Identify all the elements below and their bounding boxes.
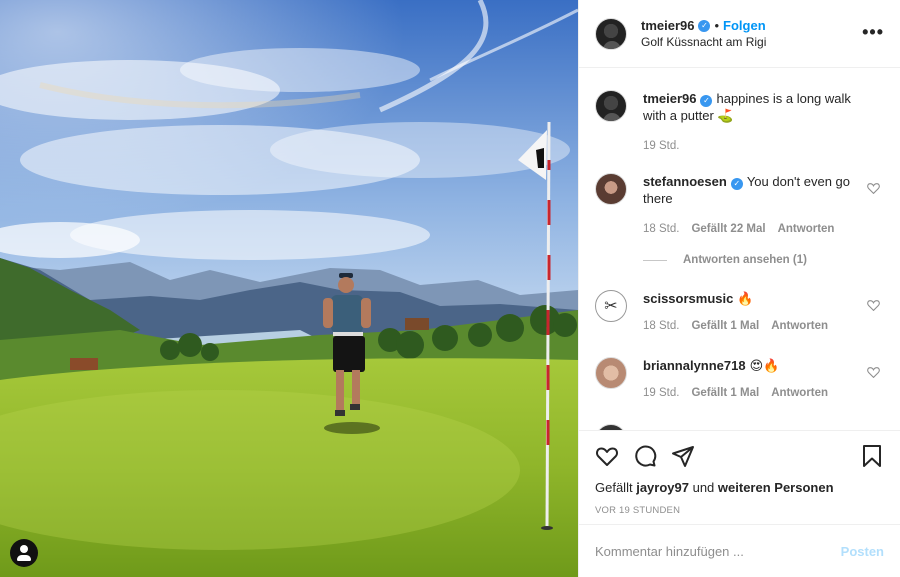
caption-username[interactable]: tmeier96 <box>643 91 696 106</box>
comment-text: 😍🔥 <box>749 358 780 373</box>
liker-username[interactable]: jayroy97 <box>636 480 689 495</box>
comment-input[interactable] <box>595 543 815 559</box>
commenter-avatar[interactable]: ✂ <box>595 290 627 322</box>
comment-item: ✂ scissorsmusic 🔥 18 Std. Gefällt 1 Mal A… <box>595 290 884 332</box>
author-avatar[interactable] <box>595 17 627 50</box>
caption-time[interactable]: 19 Std. <box>643 140 679 152</box>
verified-badge-icon: ✓ <box>700 95 713 107</box>
save-bookmark-icon[interactable] <box>860 444 884 468</box>
like-comment-icon[interactable] <box>867 182 880 194</box>
caption-item: tmeier96 ✓ happines is a long walk with a … <box>595 90 884 152</box>
post-comment-button[interactable]: Posten <box>841 544 884 559</box>
reply-button[interactable]: Antworten <box>771 387 828 399</box>
comment-username[interactable]: stefannoesen <box>643 174 727 189</box>
tagged-users-icon[interactable] <box>10 539 38 567</box>
view-replies-label: Antworten ansehen (1) <box>683 254 807 266</box>
post-modal: tmeier96 ✓ • Folgen Golf Küssnacht am Ri… <box>0 0 900 577</box>
verified-badge-icon: ✓ <box>730 178 743 190</box>
commenter-avatar[interactable] <box>595 357 627 389</box>
post-photo[interactable] <box>0 0 578 577</box>
golf-scene-image <box>0 0 578 577</box>
comment-username[interactable]: briannalynne718 <box>643 358 746 373</box>
follow-button[interactable]: Folgen <box>723 18 766 34</box>
comment-likes[interactable]: Gefällt 1 Mal <box>691 320 759 332</box>
comment-likes[interactable]: Gefällt 22 Mal <box>691 223 765 235</box>
likes-prefix: Gefällt <box>595 480 633 495</box>
comment-likes[interactable]: Gefällt 1 Mal <box>691 387 759 399</box>
view-replies-button[interactable]: Antworten ansehen (1) <box>643 254 807 266</box>
comment-bubble-icon[interactable] <box>633 444 657 468</box>
likes-summary: Gefällt jayroy97 und weiteren Personen <box>595 481 884 495</box>
comment-item: briannalynne718 😍🔥 19 Std. Gefällt 1 Mal … <box>595 357 884 399</box>
post-details-panel: tmeier96 ✓ • Folgen Golf Küssnacht am Ri… <box>578 0 900 577</box>
author-username[interactable]: tmeier96 <box>641 18 694 34</box>
comment-item: stefannoesen ✓ You don't even go there 18 … <box>595 173 884 235</box>
post-location[interactable]: Golf Küssnacht am Rigi <box>641 34 766 50</box>
comment-time[interactable]: 19 Std. <box>643 387 679 399</box>
more-options-icon[interactable]: ••• <box>862 22 884 43</box>
comment-time[interactable]: 18 Std. <box>643 320 679 332</box>
caption-avatar[interactable] <box>595 90 627 122</box>
share-paper-plane-icon[interactable] <box>671 444 695 468</box>
reply-button[interactable]: Antworten <box>771 320 828 332</box>
verified-badge-icon: ✓ <box>698 19 711 32</box>
post-header: tmeier96 ✓ • Folgen Golf Küssnacht am Ri… <box>579 0 900 68</box>
comment-username[interactable]: scissorsmusic <box>643 291 733 306</box>
comments-list[interactable]: tmeier96 ✓ happines is a long walk with a … <box>579 68 900 430</box>
comment-time[interactable]: 18 Std. <box>643 223 679 235</box>
like-heart-icon[interactable] <box>595 444 619 468</box>
commenter-avatar[interactable] <box>595 173 627 205</box>
like-comment-icon[interactable] <box>867 366 880 378</box>
comment-text: 🔥 <box>737 291 754 306</box>
post-timestamp[interactable]: VOR 19 STUNDEN <box>595 505 884 516</box>
post-actions: Gefällt jayroy97 und weiteren Personen V… <box>579 430 900 524</box>
like-comment-icon[interactable] <box>867 299 880 311</box>
comment-composer: Posten <box>579 524 900 577</box>
other-likers-link[interactable]: weiteren Personen <box>718 480 834 495</box>
separator-dot: • <box>714 17 720 33</box>
reply-button[interactable]: Antworten <box>778 223 835 235</box>
likes-and: und <box>692 480 715 495</box>
